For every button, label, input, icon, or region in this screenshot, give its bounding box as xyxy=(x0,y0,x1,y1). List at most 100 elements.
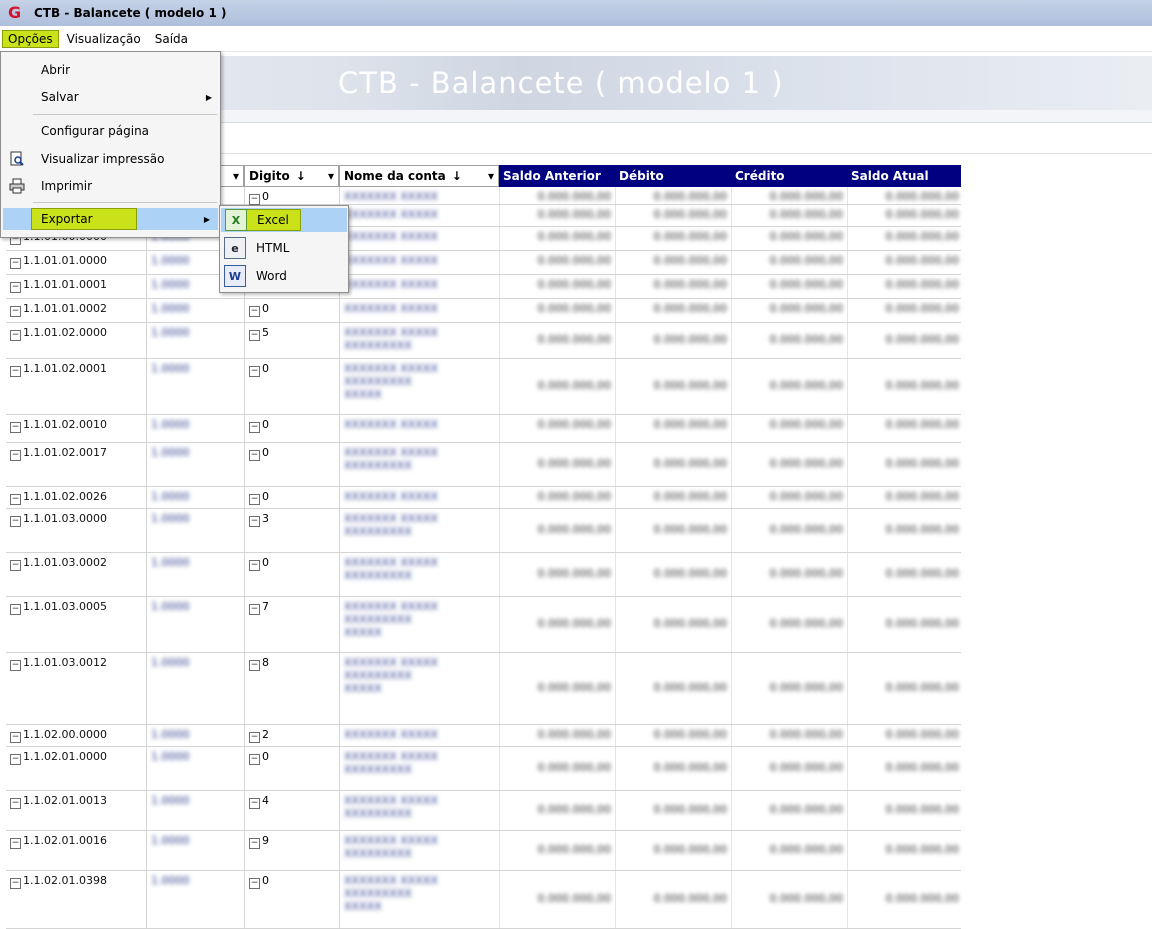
tree-collapse-icon[interactable]: − xyxy=(10,754,21,765)
column-dropdown-icon[interactable]: ▾ xyxy=(328,169,334,183)
column-header-saldo-atual[interactable]: Saldo Atual xyxy=(847,165,961,187)
tree-collapse-icon[interactable]: − xyxy=(249,306,260,317)
table-row[interactable]: −1.1.01.03.0002 1.0000−0 XXXXXXX XXXXX XXXX… xyxy=(6,553,961,597)
table-row[interactable]: −1.1.01.02.0001 1.0000−0 XXXXXXX XXXXX XXXX… xyxy=(6,359,961,415)
cell-conta: −1.1.01.02.0017 xyxy=(10,446,107,461)
tree-collapse-icon[interactable]: − xyxy=(249,560,260,571)
tree-collapse-icon[interactable]: − xyxy=(249,732,260,743)
menu-item-abrir[interactable]: Abrir xyxy=(1,59,220,81)
table-row[interactable]: −1.1.02.01.0016 1.0000−9 XXXXXXX XXXXX XXXX… xyxy=(6,831,961,871)
tree-collapse-icon[interactable]: − xyxy=(10,660,21,671)
menu-saida[interactable]: Saída xyxy=(149,30,194,48)
tree-collapse-icon[interactable]: − xyxy=(249,798,260,809)
column-dropdown-icon[interactable]: ▾ xyxy=(233,169,239,183)
print-preview-icon xyxy=(8,150,26,168)
cell-conta: −1.1.02.01.0016 xyxy=(10,834,107,849)
cell-saldo-anterior-redacted: 0.000.000,00 xyxy=(499,831,615,870)
cell-digito: −9 xyxy=(244,831,339,870)
tree-collapse-icon[interactable]: − xyxy=(10,732,21,743)
cell-debito-redacted: 0.000.000,00 xyxy=(615,227,731,250)
tree-collapse-icon[interactable]: − xyxy=(249,660,260,671)
cell-credito-redacted: 0.000.000,00 xyxy=(731,653,847,724)
menu-visualizacao[interactable]: Visualização xyxy=(61,30,147,48)
menu-item-configurar-pagina[interactable]: Configurar página xyxy=(1,120,220,142)
cell-conta: −1.1.02.01.0013 xyxy=(10,794,107,809)
cell-saldo-atual-redacted: 0.000.000,00 xyxy=(847,415,963,442)
menu-item-salvar[interactable]: Salvar ▶ xyxy=(1,86,220,108)
tree-collapse-icon[interactable]: − xyxy=(10,330,21,341)
tree-collapse-icon[interactable]: − xyxy=(10,306,21,317)
cell-credito-redacted: 0.000.000,00 xyxy=(731,323,847,358)
table-row[interactable]: −1.1.01.02.0000 1.0000−5 XXXXXXX XXXXX XXXX… xyxy=(6,323,961,359)
cell-saldo-anterior-redacted: 0.000.000,00 xyxy=(499,553,615,596)
cell-digito: −3 xyxy=(244,509,339,552)
cell-digito: −4 xyxy=(244,791,339,830)
tree-collapse-icon[interactable]: − xyxy=(249,878,260,889)
cell-nome-redacted: XXXXXXX XXXXX xyxy=(339,415,499,442)
cell-saldo-atual-redacted: 0.000.000,00 xyxy=(847,299,963,322)
column-header-saldo-anterior[interactable]: Saldo Anterior xyxy=(499,165,615,187)
tree-collapse-icon[interactable]: − xyxy=(10,366,21,377)
tree-collapse-icon[interactable]: − xyxy=(10,604,21,615)
menu-item-imprimir[interactable]: Imprimir xyxy=(1,175,220,197)
cell-debito-redacted: 0.000.000,00 xyxy=(615,653,731,724)
menu-item-excel[interactable]: X Excel xyxy=(221,208,347,232)
tree-collapse-icon[interactable]: − xyxy=(249,330,260,341)
tree-collapse-icon[interactable]: − xyxy=(10,838,21,849)
tree-collapse-icon[interactable]: − xyxy=(10,798,21,809)
tree-collapse-icon[interactable]: − xyxy=(249,516,260,527)
table-row[interactable]: −1.1.01.02.0017 1.0000−0 XXXXXXX XXXXX XXXX… xyxy=(6,443,961,487)
tree-collapse-icon[interactable]: − xyxy=(249,494,260,505)
tree-collapse-icon[interactable]: − xyxy=(10,258,21,269)
table-row[interactable]: −1.1.02.00.0000 1.0000−2 XXXXXXX XXXXX 0.00… xyxy=(6,725,961,747)
column-header-nome[interactable]: Nome da conta ↓ ▾ xyxy=(339,165,499,187)
table-row[interactable]: −1.1.01.03.0012 1.0000−8 XXXXXXX XXXXX XXXX… xyxy=(6,653,961,725)
printer-icon xyxy=(8,177,26,195)
menu-item-html[interactable]: e HTML xyxy=(220,236,348,260)
tree-collapse-icon[interactable]: − xyxy=(249,422,260,433)
table-row[interactable]: −1.1.01.03.0000 1.0000−3 XXXXXXX XXXXX XXXX… xyxy=(6,509,961,553)
column-dropdown-icon[interactable]: ▾ xyxy=(488,169,494,183)
tree-collapse-icon[interactable]: − xyxy=(10,282,21,293)
menu-item-word[interactable]: W Word xyxy=(220,264,348,288)
table-row[interactable]: −1.1.01.01.00001.0000−XXXXXXX XXXXX0.000… xyxy=(6,251,961,275)
column-header-debito[interactable]: Débito xyxy=(615,165,731,187)
table-row[interactable]: −1.1.01.02.0010 1.0000−0 XXXXXXX XXXXX 0.00… xyxy=(6,415,961,443)
table-row[interactable]: −1.1.02.01.0000 1.0000−0 XXXXXXX XXXXX XXXX… xyxy=(6,747,961,791)
table-row[interactable]: −1.1.01.01.0002 1.0000−0 XXXXXXX XXXXX 0.00… xyxy=(6,299,961,323)
cell-digito: −0 xyxy=(244,359,339,414)
menu-opcoes[interactable]: Opções xyxy=(2,29,59,48)
cell-saldo-anterior-redacted: 0.000.000,00 xyxy=(499,725,615,746)
cell-saldo-atual-redacted: 0.000.000,00 xyxy=(847,725,963,746)
cell-debito-redacted: 0.000.000,00 xyxy=(615,747,731,790)
tree-collapse-icon[interactable]: − xyxy=(249,838,260,849)
column-header-digito[interactable]: Digito ↓ ▾ xyxy=(244,165,339,187)
column-header-credito[interactable]: Crédito xyxy=(731,165,847,187)
tree-collapse-icon[interactable]: − xyxy=(249,194,260,205)
table-row[interactable]: −1.1.01.01.00011.0000−9XXXXXXX XXXXX0.00… xyxy=(6,275,961,299)
tree-collapse-icon[interactable]: − xyxy=(10,450,21,461)
cell-saldo-anterior-redacted: 0.000.000,00 xyxy=(499,415,615,442)
table-row[interactable]: −1.1.02.01.0013 1.0000−4 XXXXXXX XXXXX XXXX… xyxy=(6,791,961,831)
tree-collapse-icon[interactable]: − xyxy=(249,366,260,377)
cell-digito: −0 xyxy=(244,487,339,508)
tree-collapse-icon[interactable]: − xyxy=(249,754,260,765)
tree-collapse-icon[interactable]: − xyxy=(10,516,21,527)
tree-collapse-icon[interactable]: − xyxy=(10,422,21,433)
menu-item-visualizar-impressao[interactable]: Visualizar impressão xyxy=(1,148,220,170)
cell-nome-redacted: XXXXXXX XXXXX xyxy=(339,187,499,204)
tree-collapse-icon[interactable]: − xyxy=(10,878,21,889)
tree-collapse-icon[interactable]: − xyxy=(249,604,260,615)
tree-collapse-icon[interactable]: − xyxy=(249,450,260,461)
cell-codigo-redacted: 1.0000 xyxy=(146,553,244,596)
cell-saldo-atual-redacted: 0.000.000,00 xyxy=(847,443,963,486)
cell-codigo-redacted: 1.0000 xyxy=(146,443,244,486)
table-row[interactable]: −1.1.02.01.0398 1.0000−0 XXXXXXX XXXXX XXXX… xyxy=(6,871,961,929)
table-row[interactable]: −1.1.01.03.0005 1.0000−7 XXXXXXX XXXXX XXXX… xyxy=(6,597,961,653)
cell-digito: −7 xyxy=(244,597,339,652)
table-row[interactable]: −1.1.01.02.0026 1.0000−0 XXXXXXX XXXXX 0.00… xyxy=(6,487,961,509)
tree-collapse-icon[interactable]: − xyxy=(10,494,21,505)
cell-credito-redacted: 0.000.000,00 xyxy=(731,227,847,250)
menu-item-exportar[interactable]: Exportar ▶ xyxy=(3,208,218,230)
tree-collapse-icon[interactable]: − xyxy=(10,560,21,571)
